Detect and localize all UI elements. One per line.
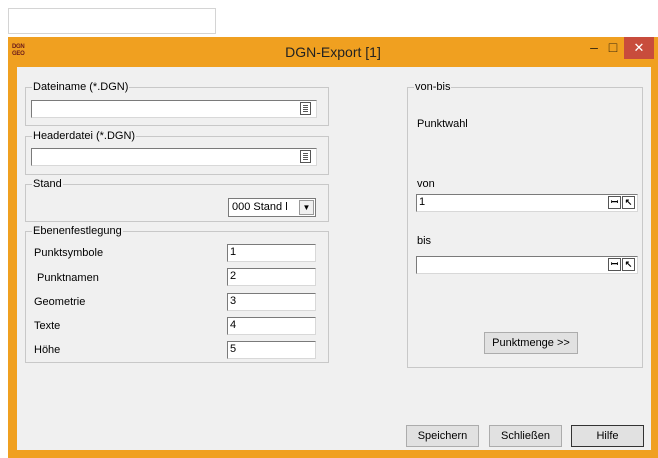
punktwahl-label: Punktwahl <box>417 118 468 130</box>
ebene-label-hoehe: Höhe <box>34 344 61 356</box>
close-button[interactable]: ✕ <box>624 37 654 59</box>
ebene-input-punktnamen[interactable]: 2 <box>227 268 316 286</box>
hilfe-button[interactable]: Hilfe <box>571 425 644 447</box>
ebene-label-punktsymbole: Punktsymbole <box>34 247 104 259</box>
maximize-button[interactable]: □ <box>604 37 622 59</box>
copy-icon[interactable]: ꟷ <box>608 196 621 209</box>
window-title: DGN-Export [1] <box>285 44 381 60</box>
dateiname-browse-icon[interactable] <box>300 102 311 115</box>
dgn-export-window: DGN GEO DGN-Export [1] – □ ✕ Dateiname (… <box>8 37 658 458</box>
stand-selected-value: 000 Stand l <box>232 201 288 213</box>
pick-point-icon[interactable]: ↖ <box>622 196 635 209</box>
ebene-input-texte[interactable]: 4 <box>227 317 316 335</box>
ebene-input-hoehe[interactable]: 5 <box>227 341 316 359</box>
ebenen-legend: Ebenenfestlegung <box>33 225 122 237</box>
punktmenge-button[interactable]: Punktmenge >> <box>484 332 578 354</box>
chevron-down-icon[interactable]: ▼ <box>299 200 314 215</box>
minimize-button[interactable]: – <box>584 37 604 59</box>
ebene-input-punktsymbole[interactable]: 1 <box>227 244 316 262</box>
dateiname-legend: Dateiname (*.DGN) <box>33 81 129 93</box>
top-input-strip <box>8 8 216 34</box>
stand-legend: Stand <box>33 178 62 190</box>
bis-label: bis <box>417 235 432 247</box>
pick-point-icon[interactable]: ↖ <box>622 258 635 271</box>
vonbis-legend: von-bis <box>415 81 451 93</box>
von-input[interactable]: 1 <box>416 194 638 212</box>
headerdatei-input[interactable] <box>31 148 317 166</box>
ebene-label-geometrie: Geometrie <box>34 296 86 308</box>
von-label: von <box>417 178 435 190</box>
dialog-client: Dateiname (*.DGN) Headerdatei (*.DGN) St… <box>17 67 651 450</box>
headerdatei-legend: Headerdatei (*.DGN) <box>33 130 136 142</box>
ebene-label-texte: Texte <box>34 320 61 332</box>
dateiname-input[interactable] <box>31 100 317 118</box>
stand-select[interactable]: 000 Stand l ▼ <box>228 198 316 217</box>
copy-icon[interactable]: ꟷ <box>608 258 621 271</box>
bis-input[interactable] <box>416 256 638 274</box>
speichern-button[interactable]: Speichern <box>406 425 479 447</box>
ebene-label-punktnamen: Punktnamen <box>34 272 99 284</box>
ebene-input-geometrie[interactable]: 3 <box>227 293 316 311</box>
headerdatei-browse-icon[interactable] <box>300 150 311 163</box>
schliessen-button[interactable]: Schließen <box>489 425 562 447</box>
title-bar[interactable]: DGN GEO DGN-Export [1] – □ ✕ <box>8 37 658 67</box>
